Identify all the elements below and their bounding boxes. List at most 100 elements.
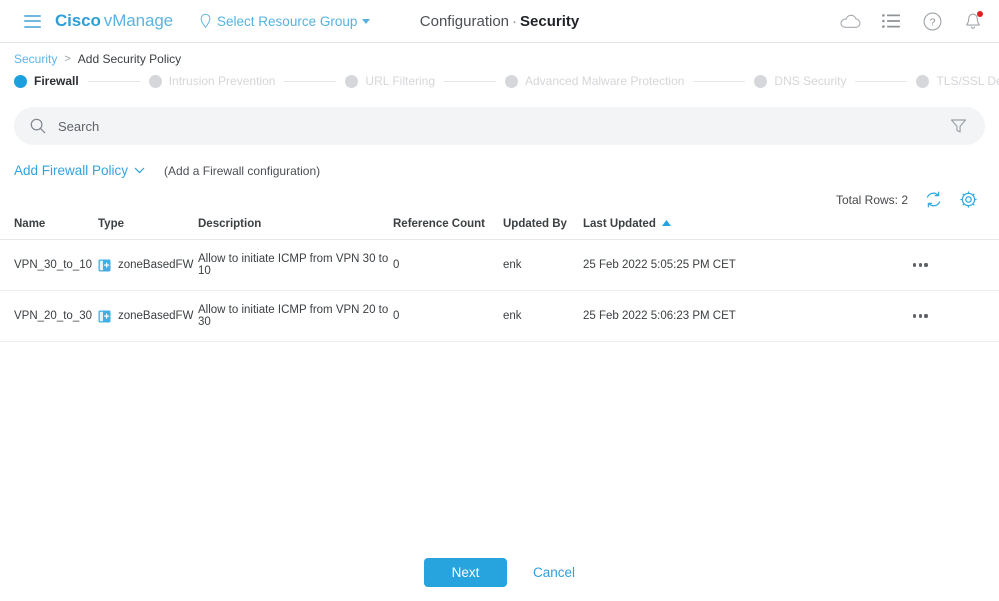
cell-actions — [913, 290, 999, 342]
stepper-step-firewall[interactable]: Firewall — [14, 74, 79, 88]
filter-funnel-icon[interactable] — [950, 118, 967, 134]
cloud-icon[interactable] — [839, 10, 861, 32]
wizard-footer: Next Cancel — [0, 543, 999, 601]
cell-type-label: zoneBasedFW — [118, 259, 194, 271]
brand-cisco: Cisco — [55, 11, 101, 30]
page-title-page: Security — [520, 12, 580, 30]
column-header-type[interactable]: Type — [98, 209, 198, 240]
policy-type-icon — [98, 310, 111, 322]
search-input[interactable] — [58, 118, 938, 134]
breadcrumb-separator-icon: > — [64, 53, 71, 65]
top-navigation-bar: Cisco vManage Select Resource Group Confi… — [0, 0, 999, 43]
hamburger-menu-icon[interactable] — [24, 14, 41, 28]
cell-last-updated: 25 Feb 2022 5:05:25 PM CET — [583, 239, 913, 291]
breadcrumb-current: Add Security Policy — [77, 52, 182, 66]
table-header: Name Type Description Reference Count Update… — [0, 209, 999, 240]
table-toolbar: Total Rows: 2 — [0, 178, 999, 209]
breadcrumb: Security > Add Security Policy — [0, 43, 999, 66]
cell-type-label: zoneBasedFW — [118, 310, 194, 322]
cell-type: zoneBasedFW — [98, 239, 198, 291]
column-header-label: Description — [198, 218, 262, 230]
stepper-dot-icon — [345, 74, 359, 88]
table-body: VPN_30_to_10 zoneBasedFW Allow to initiate… — [0, 239, 999, 342]
page-title-section: Configuration — [419, 12, 510, 30]
policy-type-icon — [98, 259, 111, 271]
cell-actions — [913, 239, 999, 291]
product-logo: Cisco vManage — [55, 11, 173, 31]
add-policy-hint: (Add a Firewall configuration) — [164, 163, 321, 178]
search-icon — [30, 118, 46, 134]
row-more-actions-icon[interactable] — [913, 314, 999, 318]
table-row[interactable]: VPN_20_to_30 zoneBasedFW Allow to initiate… — [0, 290, 999, 342]
stepper-step-label: Firewall — [34, 74, 79, 88]
stepper-step-advanced-malware-protection[interactable]: Advanced Malware Protection — [505, 74, 684, 88]
cell-name: VPN_20_to_30 — [0, 290, 98, 342]
add-firewall-policy-label: Add Firewall Policy — [14, 163, 129, 178]
chevron-down-icon — [134, 167, 145, 174]
cell-type: zoneBasedFW — [98, 290, 198, 342]
gear-icon[interactable] — [959, 190, 978, 209]
stepper-connector-line — [693, 80, 746, 82]
sort-ascending-icon — [661, 220, 671, 226]
stepper-dot-icon — [14, 74, 27, 88]
help-icon[interactable]: ? — [921, 10, 943, 32]
page-title-separator: · — [512, 12, 518, 30]
cell-description: Allow to initiate ICMP from VPN 30 to 10 — [198, 239, 393, 291]
resource-group-label: Select Resource Group — [217, 13, 358, 29]
column-header-name[interactable]: Name — [0, 209, 98, 240]
stepper-dot-icon — [148, 74, 162, 88]
column-header-updated-by[interactable]: Updated By — [503, 209, 583, 240]
stepper-connector-line — [284, 80, 337, 82]
table-row[interactable]: VPN_30_to_10 zoneBasedFW Allow to initiate… — [0, 239, 999, 291]
security-policy-wizard-stepper: Firewall Intrusion Prevention URL Filterin… — [0, 66, 999, 88]
stepper-connector-line — [87, 80, 140, 82]
notification-badge-dot — [977, 11, 983, 17]
cell-updated-by: enk — [503, 290, 583, 342]
stepper-step-tls-ssl-decryption[interactable]: TLS/SSL Decryption — [916, 74, 999, 88]
stepper-dot-icon — [754, 74, 768, 88]
column-header-reference-count[interactable]: Reference Count — [393, 209, 503, 240]
svg-text:?: ? — [929, 16, 935, 28]
column-header-label: Name — [14, 218, 46, 230]
breadcrumb-link-security[interactable]: Security — [14, 52, 57, 66]
column-header-label: Reference Count — [393, 218, 486, 230]
resource-group-selector[interactable]: Select Resource Group — [199, 13, 371, 29]
refresh-icon[interactable] — [924, 190, 943, 209]
brand-vmanage: vManage — [103, 11, 174, 30]
firewall-policy-table: Name Type Description Reference Count Update… — [0, 209, 999, 342]
cell-last-updated: 25 Feb 2022 5:06:23 PM CET — [583, 290, 913, 342]
cell-description: Allow to initiate ICMP from VPN 20 to 30 — [198, 290, 393, 342]
total-rows-label: Total Rows: 2 — [835, 192, 908, 207]
cell-name: VPN_30_to_10 — [0, 239, 98, 291]
cancel-button[interactable]: Cancel — [533, 565, 575, 580]
column-header-description[interactable]: Description — [198, 209, 393, 240]
caret-down-icon — [362, 18, 371, 24]
column-header-label: Updated By — [503, 218, 567, 230]
column-header-label: Type — [98, 218, 124, 230]
stepper-step-label: Intrusion Prevention — [168, 74, 276, 88]
notifications-bell-icon[interactable] — [962, 10, 984, 32]
stepper-dot-icon — [505, 74, 518, 88]
add-policy-row: Add Firewall Policy (Add a Firewall conf… — [0, 145, 999, 178]
column-header-last-updated[interactable]: Last Updated — [583, 209, 913, 240]
location-pin-icon — [200, 13, 211, 29]
stepper-step-dns-security[interactable]: DNS Security — [754, 74, 846, 88]
stepper-step-intrusion-prevention[interactable]: Intrusion Prevention — [148, 74, 276, 88]
stepper-connector-line — [444, 80, 496, 82]
stepper-dot-icon — [916, 74, 930, 88]
top-bar-icon-group: ? — [839, 10, 984, 32]
search-bar — [14, 107, 985, 145]
stepper-connector-line — [855, 80, 908, 82]
list-icon[interactable] — [880, 10, 902, 32]
cell-updated-by: enk — [503, 239, 583, 291]
row-more-actions-icon[interactable] — [913, 263, 999, 267]
column-header-label: Last Updated — [583, 218, 656, 230]
stepper-step-url-filtering[interactable]: URL Filtering — [345, 74, 435, 88]
cell-reference-count: 0 — [393, 290, 503, 342]
cell-reference-count: 0 — [393, 239, 503, 291]
add-firewall-policy-button[interactable]: Add Firewall Policy — [14, 163, 145, 178]
column-header-actions — [913, 209, 999, 240]
stepper-step-label: TLS/SSL Decryption — [936, 74, 999, 88]
next-button[interactable]: Next — [423, 557, 507, 587]
stepper-step-label: DNS Security — [774, 74, 847, 88]
